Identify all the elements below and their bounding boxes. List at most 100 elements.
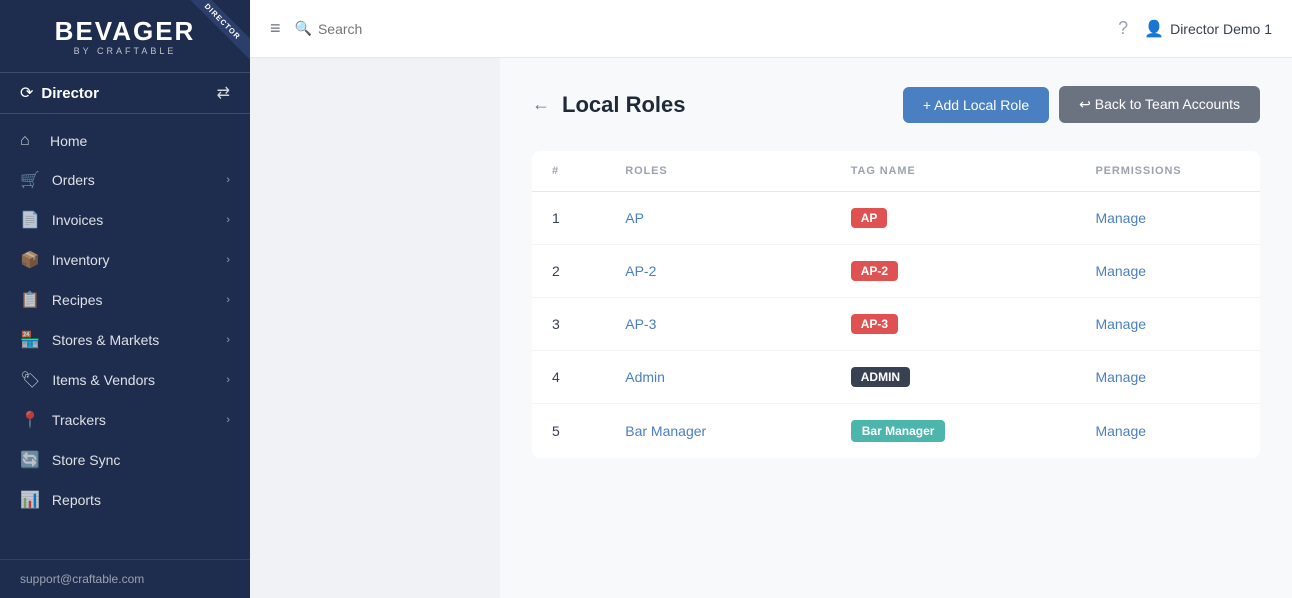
- director-label: Director: [41, 85, 208, 102]
- user-area[interactable]: 👤 Director Demo 1: [1144, 19, 1272, 39]
- row-num-2: 3: [532, 298, 605, 351]
- sidebar-item-store-sync[interactable]: 🔄 Store Sync: [0, 440, 250, 480]
- row-perm-2[interactable]: Manage: [1075, 298, 1260, 351]
- back-to-team-accounts-label: ↩ Back to Team Accounts: [1079, 96, 1240, 113]
- support-email: support@craftable.com: [20, 572, 144, 586]
- sidebar-item-stores[interactable]: 🏪 Stores & Markets ›: [0, 320, 250, 360]
- row-perm-3[interactable]: Manage: [1075, 351, 1260, 404]
- table-row: 4 Admin ADMIN Manage: [532, 351, 1260, 404]
- table-row: 1 AP AP Manage: [532, 192, 1260, 245]
- add-local-role-button[interactable]: + Add Local Role: [903, 87, 1049, 123]
- roles-table: # ROLES TAG NAME PERMISSIONS 1 AP AP Man…: [532, 151, 1260, 458]
- manage-link-2[interactable]: Manage: [1095, 316, 1146, 332]
- row-tag-0: AP: [831, 192, 1076, 245]
- chevron-icon-inventory: ›: [226, 254, 230, 266]
- sidebar-item-reports[interactable]: 📊 Reports: [0, 480, 250, 520]
- nav-icon-invoices: 📄: [20, 210, 40, 230]
- role-link-2[interactable]: AP-3: [625, 316, 656, 332]
- manage-link-3[interactable]: Manage: [1095, 369, 1146, 385]
- user-name: Director Demo 1: [1170, 21, 1272, 37]
- sidebar-item-recipes[interactable]: 📋 Recipes ›: [0, 280, 250, 320]
- add-local-role-label: + Add Local Role: [923, 97, 1029, 113]
- manage-link-0[interactable]: Manage: [1095, 210, 1146, 226]
- col-header-roles: ROLES: [605, 151, 831, 192]
- tag-badge-1: AP-2: [851, 261, 898, 281]
- row-role-2[interactable]: AP-3: [605, 298, 831, 351]
- row-num-3: 4: [532, 351, 605, 404]
- nav-label-orders: Orders: [52, 172, 214, 188]
- nav-label-reports: Reports: [52, 492, 230, 508]
- logo-area: BEVAGER BY CRAFTABLE DIRECTOR: [0, 0, 250, 73]
- nav-icon-home: ⌂: [20, 132, 38, 150]
- search-wrap: 🔍: [295, 20, 1105, 37]
- chevron-icon-trackers: ›: [226, 414, 230, 426]
- logo-sub: BY CRAFTABLE: [74, 46, 177, 56]
- row-tag-2: AP-3: [831, 298, 1076, 351]
- row-num-4: 5: [532, 404, 605, 459]
- col-header-num: #: [532, 151, 605, 192]
- roles-table-wrap: # ROLES TAG NAME PERMISSIONS 1 AP AP Man…: [532, 151, 1260, 458]
- row-role-4[interactable]: Bar Manager: [605, 404, 831, 459]
- nav-label-home: Home: [50, 133, 230, 149]
- row-perm-4[interactable]: Manage: [1075, 404, 1260, 459]
- tag-badge-2: AP-3: [851, 314, 898, 334]
- menu-icon[interactable]: ≡: [270, 18, 281, 39]
- back-to-team-accounts-button[interactable]: ↩ Back to Team Accounts: [1059, 86, 1260, 123]
- sidebar-item-home[interactable]: ⌂ Home: [0, 122, 250, 160]
- topbar: ≡ 🔍 ? 👤 Director Demo 1: [250, 0, 1292, 58]
- sidebar-item-trackers[interactable]: 📍 Trackers ›: [0, 400, 250, 440]
- nav-label-inventory: Inventory: [52, 252, 214, 268]
- chevron-icon-items: ›: [226, 374, 230, 386]
- row-tag-1: AP-2: [831, 245, 1076, 298]
- director-row[interactable]: ⟳ Director ⇄: [0, 73, 250, 114]
- user-icon: 👤: [1144, 19, 1164, 39]
- page-header: ← Local Roles + Add Local Role ↩ Back to…: [532, 86, 1260, 123]
- logo: BEVAGER: [55, 18, 196, 44]
- manage-link-4[interactable]: Manage: [1095, 423, 1146, 439]
- sidebar-item-items[interactable]: 🏷 Items & Vendors ›: [0, 360, 250, 400]
- director-icon: ⟳: [20, 83, 33, 103]
- row-tag-4: Bar Manager: [831, 404, 1076, 459]
- tag-badge-4: Bar Manager: [851, 420, 946, 442]
- row-num-1: 2: [532, 245, 605, 298]
- chevron-icon-invoices: ›: [226, 214, 230, 226]
- tag-badge-0: AP: [851, 208, 888, 228]
- row-role-0[interactable]: AP: [605, 192, 831, 245]
- nav-label-invoices: Invoices: [52, 212, 214, 228]
- sidebar-item-inventory[interactable]: 📦 Inventory ›: [0, 240, 250, 280]
- chevron-icon-recipes: ›: [226, 294, 230, 306]
- director-ribbon-wrap: DIRECTOR: [180, 0, 250, 70]
- tag-badge-3: ADMIN: [851, 367, 910, 387]
- back-arrow-icon[interactable]: ←: [532, 94, 550, 115]
- nav-icon-items: 🏷: [20, 370, 40, 390]
- row-perm-1[interactable]: Manage: [1075, 245, 1260, 298]
- sidebar-item-invoices[interactable]: 📄 Invoices ›: [0, 200, 250, 240]
- nav-icon-trackers: 📍: [20, 410, 40, 430]
- table-row: 3 AP-3 AP-3 Manage: [532, 298, 1260, 351]
- role-link-1[interactable]: AP-2: [625, 263, 656, 279]
- row-tag-3: ADMIN: [831, 351, 1076, 404]
- row-role-3[interactable]: Admin: [605, 351, 831, 404]
- switch-icon[interactable]: ⇄: [217, 83, 230, 103]
- sidebar-item-orders[interactable]: 🛒 Orders ›: [0, 160, 250, 200]
- table-body: 1 AP AP Manage 2 AP-2 AP-2 Manage 3 AP-3…: [532, 192, 1260, 459]
- table-row: 2 AP-2 AP-2 Manage: [532, 245, 1260, 298]
- role-link-3[interactable]: Admin: [625, 369, 665, 385]
- row-num-0: 1: [532, 192, 605, 245]
- row-perm-0[interactable]: Manage: [1075, 192, 1260, 245]
- help-icon[interactable]: ?: [1118, 18, 1128, 39]
- manage-link-1[interactable]: Manage: [1095, 263, 1146, 279]
- page-title: Local Roles: [562, 92, 903, 118]
- chevron-icon-stores: ›: [226, 334, 230, 346]
- nav-icon-orders: 🛒: [20, 170, 40, 190]
- search-input[interactable]: [318, 21, 498, 37]
- nav-icon-stores: 🏪: [20, 330, 40, 350]
- role-link-0[interactable]: AP: [625, 210, 644, 226]
- nav-label-store-sync: Store Sync: [52, 452, 230, 468]
- director-ribbon: DIRECTOR: [185, 0, 250, 59]
- row-role-1[interactable]: AP-2: [605, 245, 831, 298]
- main-content: ← Local Roles + Add Local Role ↩ Back to…: [500, 58, 1292, 598]
- search-icon: 🔍: [295, 20, 312, 37]
- role-link-4[interactable]: Bar Manager: [625, 423, 706, 439]
- sidebar-nav: ⌂ Home 🛒 Orders › 📄 Invoices › 📦 Invento…: [0, 114, 250, 559]
